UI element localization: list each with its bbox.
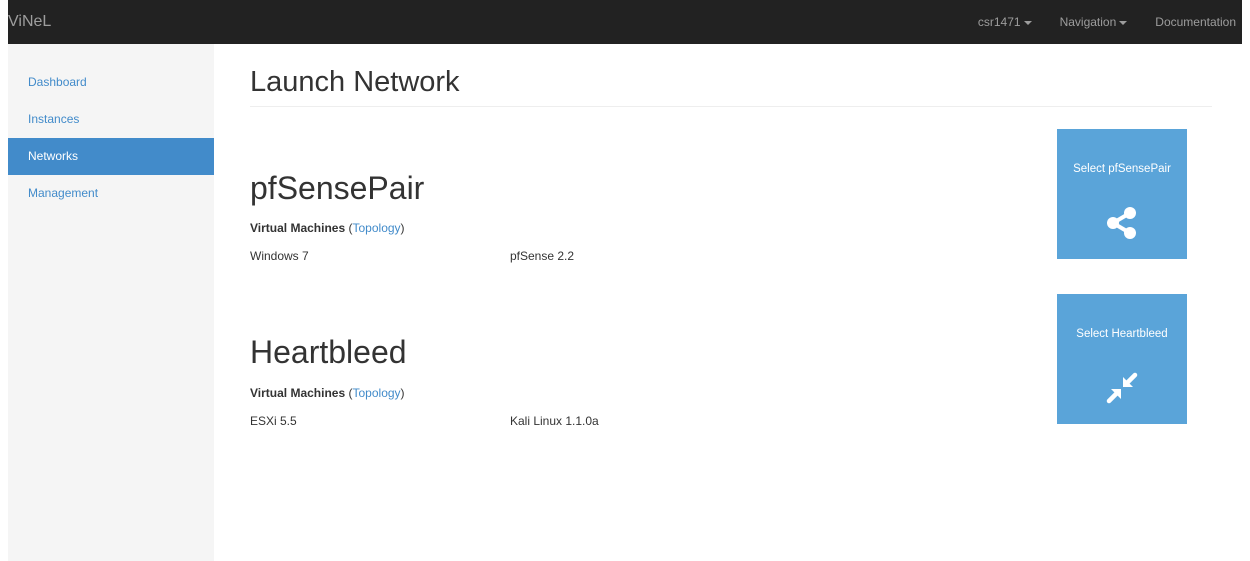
select-button-label: Select pfSensePair — [1073, 163, 1171, 175]
vm-item: pfSense 2.2 — [510, 249, 575, 263]
share-icon — [1107, 207, 1136, 239]
navigation-label: Navigation — [1059, 15, 1117, 29]
topology-link[interactable]: Topology — [353, 386, 401, 400]
select-pfsensepair-button[interactable]: Select pfSensePair — [1057, 129, 1187, 259]
topology-link[interactable]: Topology — [353, 221, 401, 235]
navigation-dropdown[interactable]: Navigation — [1046, 0, 1142, 44]
caret-down-icon — [1023, 20, 1032, 25]
vm-heading-label: Virtual Machines — [250, 386, 346, 400]
documentation-link[interactable]: Documentation — [1141, 0, 1242, 44]
app-frame: ViNeL csr1471 Navigation Documentation D… — [8, 0, 1242, 561]
sidebar-item-networks[interactable]: Networks — [8, 138, 214, 175]
sidebar-item-instances[interactable]: Instances — [8, 101, 214, 138]
sidebar: Dashboard Instances Networks Management — [8, 44, 214, 561]
network-name: pfSensePair — [250, 170, 425, 206]
vm-item: ESXi 5.5 — [250, 414, 297, 428]
caret-down-icon — [1119, 20, 1128, 25]
sidebar-item-dashboard[interactable]: Dashboard — [8, 64, 214, 101]
sidebar-item-management[interactable]: Management — [8, 175, 214, 212]
user-menu-label: csr1471 — [977, 15, 1021, 29]
network-name: Heartbleed — [250, 334, 407, 370]
select-button-label: Select Heartbleed — [1076, 328, 1168, 340]
vm-item: Kali Linux 1.1.0a — [510, 414, 599, 428]
user-menu-dropdown[interactable]: csr1471 — [964, 0, 1046, 44]
vm-heading-label: Virtual Machines — [250, 221, 346, 235]
brand-logo[interactable]: ViNeL — [8, 0, 51, 44]
title-divider — [250, 106, 1212, 107]
top-navbar: ViNeL csr1471 Navigation Documentation — [8, 0, 1242, 44]
vm-heading: Virtual Machines (Topology) — [250, 221, 405, 235]
vm-heading: Virtual Machines (Topology) — [250, 386, 405, 400]
select-heartbleed-button[interactable]: Select Heartbleed — [1057, 294, 1187, 424]
navbar-right: csr1471 Navigation Documentation — [964, 0, 1242, 44]
page-title: Launch Network — [250, 66, 460, 98]
vm-item: Windows 7 — [250, 249, 309, 263]
compress-icon — [1106, 372, 1138, 404]
